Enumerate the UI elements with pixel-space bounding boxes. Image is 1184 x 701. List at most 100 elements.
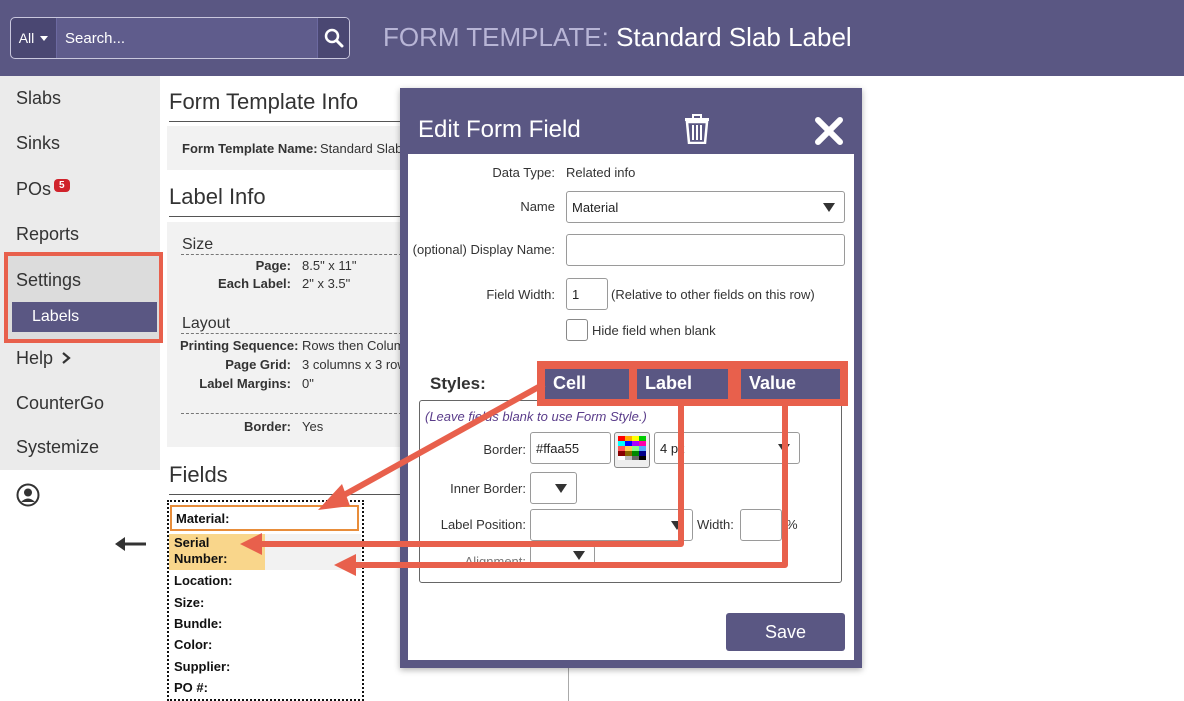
layout-heading: Layout xyxy=(182,315,231,332)
chevron-down-icon xyxy=(778,444,790,453)
styles-label: Styles: xyxy=(430,374,486,393)
border-width-value: 4 px xyxy=(660,440,685,456)
divider xyxy=(169,494,402,495)
name-select-value: Material xyxy=(572,199,619,215)
sidebar-item-label: POs xyxy=(16,179,52,199)
trash-icon[interactable] xyxy=(684,114,710,144)
form-style-hint: (Leave fields blank to use Form Style.) xyxy=(425,409,647,424)
dialog-header: Edit Form Field xyxy=(408,96,854,160)
display-name-input[interactable] xyxy=(566,234,845,266)
chevron-down-icon xyxy=(823,203,835,212)
page-size-value: 8.5" x 11" xyxy=(302,258,357,273)
chevron-right-icon xyxy=(62,352,71,364)
field-supplier[interactable]: Supplier: xyxy=(174,659,230,674)
page-title: FORM TEMPLATE: Standard Slab Label xyxy=(383,22,852,53)
search-button[interactable] xyxy=(317,18,349,58)
display-name-label: (optional) Display Name: xyxy=(412,242,555,257)
sidebar-item-help[interactable]: Help xyxy=(16,348,71,369)
sidebar-item-settings[interactable]: Settings xyxy=(16,270,81,291)
dashed-divider xyxy=(181,254,402,255)
search-icon xyxy=(324,28,343,48)
field-width-note: (Relative to other fields on this row) xyxy=(611,287,815,302)
style-border-label: Border: xyxy=(483,442,526,457)
tab-label[interactable]: Label xyxy=(637,369,728,399)
search-bar: All xyxy=(10,17,350,59)
alignment-row-clip: Alignment: xyxy=(419,545,842,568)
inner-border-label: Inner Border: xyxy=(450,481,526,496)
field-width-input[interactable]: 1 xyxy=(566,278,608,310)
field-material-label: Material: xyxy=(176,511,230,526)
each-label-value: 2" x 3.5" xyxy=(302,276,351,291)
field-color[interactable]: Color: xyxy=(174,637,212,652)
user-account-icon[interactable] xyxy=(16,483,40,507)
field-width-label: Field Width: xyxy=(486,287,555,302)
sidebar-item-systemize[interactable]: Systemize xyxy=(16,437,99,458)
color-palette-icon xyxy=(618,436,646,460)
name-select[interactable]: Material xyxy=(566,191,845,223)
divider xyxy=(169,121,402,122)
sidebar-item-slabs[interactable]: Slabs xyxy=(16,88,61,109)
hide-when-blank-label: Hide field when blank xyxy=(592,323,716,338)
border-color-input[interactable]: #ffaa55 xyxy=(530,432,611,464)
name-label: Name xyxy=(520,199,555,214)
notification-badge: 5 xyxy=(54,179,70,192)
width-label: Width: xyxy=(697,517,734,532)
divider xyxy=(568,665,569,701)
printing-sequence-label: Printing Sequence: xyxy=(180,338,299,353)
arrow-left-icon xyxy=(115,537,146,551)
width-unit: % xyxy=(786,517,798,532)
field-serial[interactable]: Serial xyxy=(174,535,209,550)
chevron-down-icon xyxy=(555,484,567,493)
field-number[interactable]: Number: xyxy=(174,551,227,566)
tab-value[interactable]: Value xyxy=(741,369,840,399)
chevron-down-icon xyxy=(40,35,49,41)
inner-border-select[interactable] xyxy=(530,472,577,504)
search-input[interactable] xyxy=(57,18,317,58)
search-scope-dropdown[interactable]: All xyxy=(11,18,57,58)
sidebar-item-countergo[interactable]: CounterGo xyxy=(16,393,104,414)
search-scope-label: All xyxy=(18,30,35,46)
sidebar-item-reports[interactable]: Reports xyxy=(16,224,79,245)
chevron-down-icon xyxy=(573,551,585,560)
sidebar-item-sinks[interactable]: Sinks xyxy=(16,133,60,154)
width-input[interactable] xyxy=(740,509,782,541)
field-size[interactable]: Size: xyxy=(174,595,204,610)
alignment-select[interactable] xyxy=(530,545,595,568)
each-label-label: Each Label: xyxy=(218,276,291,291)
data-type-label: Data Type: xyxy=(492,165,555,180)
color-picker-button[interactable] xyxy=(614,432,650,468)
dashed-divider xyxy=(181,413,402,414)
page-size-label: Page: xyxy=(255,258,291,273)
label-position-select[interactable] xyxy=(530,509,693,541)
alignment-label: Alignment: xyxy=(464,554,526,568)
save-button[interactable]: Save xyxy=(726,613,845,651)
border-label: Border: xyxy=(244,419,291,434)
settings-highlight: Settings Labels xyxy=(4,252,163,343)
field-location[interactable]: Location: xyxy=(174,573,233,588)
page-title-prefix: FORM TEMPLATE: xyxy=(383,22,609,52)
close-icon[interactable] xyxy=(814,116,844,146)
field-material[interactable]: Material: xyxy=(170,505,359,531)
sidebar-item-labels[interactable]: Labels xyxy=(12,302,157,332)
page-grid-label: Page Grid: xyxy=(225,357,291,372)
tab-cell[interactable]: Cell xyxy=(545,369,629,399)
field-po[interactable]: PO #: xyxy=(174,680,208,695)
dashed-divider xyxy=(181,333,402,334)
label-info-heading: Label Info xyxy=(169,184,266,209)
dialog-title: Edit Form Field xyxy=(418,116,581,143)
form-template-info-heading: Form Template Info xyxy=(169,89,359,114)
hide-when-blank-checkbox[interactable] xyxy=(566,319,588,341)
label-margins-value: 0" xyxy=(302,376,314,391)
form-template-name-value: Standard Slab xyxy=(320,141,403,156)
page-title-name: Standard Slab Label xyxy=(616,22,852,52)
sidebar-item-label: Help xyxy=(16,348,54,368)
divider xyxy=(169,216,402,217)
field-bundle[interactable]: Bundle: xyxy=(174,616,222,631)
top-bar: All FORM TEMPLATE: Standard Slab Label xyxy=(0,0,1184,76)
data-type-value: Related info xyxy=(566,165,636,180)
fields-heading: Fields xyxy=(169,462,228,487)
border-width-select[interactable]: 4 px xyxy=(654,432,800,464)
chevron-down-icon xyxy=(671,521,683,530)
sidebar-item-pos[interactable]: POs 5 xyxy=(16,179,70,200)
size-heading: Size xyxy=(182,236,214,253)
